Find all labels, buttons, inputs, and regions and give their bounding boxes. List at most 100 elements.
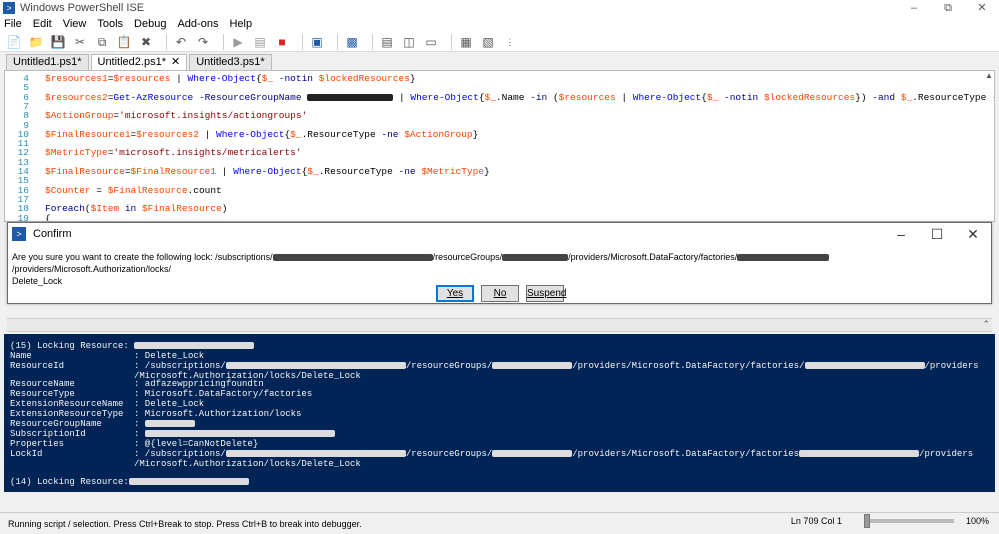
redacted-text	[225, 450, 406, 458]
redacted-text	[144, 430, 335, 438]
property-value: :	[134, 419, 145, 429]
console-line: LockId : /subscriptions/ /resourceGroups/ /…	[10, 449, 973, 459]
toolbar-separator	[337, 33, 338, 50]
stop-icon[interactable]: ■	[274, 34, 290, 50]
message-part: /providers/Microsoft.DataFactory/factori…	[568, 252, 738, 262]
zoom-slider-thumb[interactable]	[863, 514, 870, 528]
layout-right-icon[interactable]: ◫	[401, 34, 417, 50]
code-line: 12 $MetricType='microsoft.insights/metric…	[5, 148, 302, 158]
property-key: LockId	[10, 449, 43, 459]
powershell-icon: >	[12, 227, 26, 241]
close-icon[interactable]: ✕	[171, 55, 180, 70]
copy-icon[interactable]: ⧉	[94, 34, 110, 50]
toolbar-separator	[223, 33, 224, 50]
menu-file[interactable]: File	[4, 18, 22, 30]
confirm-dialog: > Confirm – ☐ ✕ Are you sure you want to…	[7, 222, 992, 304]
console-line: ResourceGroupName:	[10, 419, 195, 429]
redacted-text	[492, 450, 573, 458]
addon-icon[interactable]: ▧	[480, 34, 496, 50]
console-line: /Microsoft.Authorization/locks/Delete_Lo…	[10, 459, 361, 469]
message-part: Are you sure you want to create the foll…	[12, 252, 273, 262]
tab-label: Untitled1.ps1*	[13, 56, 82, 68]
menu-debug[interactable]: Debug	[134, 18, 166, 30]
powershell-icon: >	[3, 2, 15, 14]
commands-icon[interactable]: ▦	[458, 34, 474, 50]
console-line: (14) Locking Resource:	[10, 477, 249, 487]
property-value: : /subscriptions/	[134, 361, 226, 371]
property-key: ResourceName	[10, 379, 75, 389]
zoom-slider[interactable]	[863, 514, 954, 528]
more-icon[interactable]: ⋮	[502, 34, 518, 50]
property-value: /resourceGroups/	[405, 449, 493, 459]
property-value: : Delete_Lock	[134, 351, 205, 361]
script-editor[interactable]: ▲ 4 $resources1=$resources | Where-Object…	[4, 70, 995, 222]
property-value: : /subscriptions/	[134, 449, 226, 459]
redacted-text	[134, 342, 255, 350]
menu-help[interactable]: Help	[229, 18, 252, 30]
menu-edit[interactable]: Edit	[33, 18, 52, 30]
close-icon[interactable]: ✕	[965, 0, 999, 16]
property-value: /providers/Microsoft.DataFactory/factori…	[572, 361, 805, 371]
save-icon[interactable]: 💾	[50, 34, 66, 50]
script-tabs: Untitled1.ps1* Untitled2.ps1* ✕ Untitled3…	[0, 54, 999, 70]
yes-button[interactable]: Yes	[436, 285, 474, 302]
message-part: Delete_Lock	[12, 276, 63, 286]
maximize-icon[interactable]: ☐	[919, 223, 955, 245]
dialog-title-bar: > Confirm	[12, 227, 72, 241]
layout-max-icon[interactable]: ▭	[423, 34, 439, 50]
remote-icon[interactable]: ▣	[309, 34, 325, 50]
open-icon[interactable]: 📁	[28, 34, 44, 50]
tab-untitled1[interactable]: Untitled1.ps1*	[6, 54, 89, 70]
property-value: : Delete_Lock	[134, 399, 205, 409]
no-button[interactable]: No	[481, 285, 519, 302]
code-line: 14 $FinalResource=$FinalResource1 | Where…	[5, 167, 490, 177]
console-line: SubscriptionId:	[10, 429, 335, 439]
chevron-up-icon[interactable]: ⌃	[982, 319, 990, 330]
layout-top-icon[interactable]: ▤	[379, 34, 395, 50]
code-text: $ActionGroup='microsoft.insights/actiong…	[45, 110, 308, 122]
property-key: ResourceType	[10, 389, 75, 399]
code-line: 8 $ActionGroup='microsoft.insights/action…	[5, 111, 307, 121]
tab-untitled2[interactable]: Untitled2.ps1* ✕	[90, 54, 188, 70]
run-selection-icon[interactable]: ▤	[252, 34, 268, 50]
restore-icon[interactable]: ⧉	[931, 0, 965, 16]
console-line: ExtensionResourceType: Microsoft.Authori…	[10, 409, 301, 419]
undo-icon[interactable]: ↶	[173, 34, 189, 50]
console-line: ResourceType: Microsoft.DataFactory/fact…	[10, 389, 312, 399]
redo-icon[interactable]: ↷	[195, 34, 211, 50]
property-value: :	[134, 429, 145, 439]
cut-icon[interactable]: ✂	[72, 34, 88, 50]
menu-tools[interactable]: Tools	[97, 18, 123, 30]
code-text: $resources1=$resources | Where-Object{$_…	[45, 73, 416, 84]
code-text: $MetricType='microsoft.insights/metrical…	[45, 147, 302, 159]
new-icon[interactable]: 📄	[6, 34, 22, 50]
scroll-up-icon[interactable]: ▲	[984, 71, 994, 81]
console-line: ExtensionResourceName: Delete_Lock	[10, 399, 204, 409]
clear-icon[interactable]: ✖	[138, 34, 154, 50]
code-text: $FinalResource=$FinalResource1 | Where-O…	[45, 166, 490, 177]
paste-icon[interactable]: 📋	[116, 34, 132, 50]
console-line: ResourceId: /subscriptions/ /resourceGrou…	[10, 361, 979, 371]
powershell-console-icon[interactable]: ▩	[344, 34, 360, 50]
tab-label: Untitled3.ps1*	[196, 56, 265, 68]
property-value: : Microsoft.Authorization/locks	[134, 409, 302, 419]
run-icon[interactable]: ▶	[230, 34, 246, 50]
status-right: Ln 709 Col 1 100%	[791, 514, 989, 528]
title-bar: > Windows PowerShell ISE – ⧉ ✕	[0, 0, 999, 16]
tab-untitled3[interactable]: Untitled3.ps1*	[189, 54, 272, 70]
redacted-text	[272, 254, 433, 262]
redacted-text	[737, 254, 830, 262]
pane-splitter[interactable]: ⌃	[7, 318, 992, 332]
close-icon[interactable]: ✕	[955, 223, 991, 245]
minimize-icon[interactable]: –	[897, 0, 931, 16]
menu-addons[interactable]: Add-ons	[177, 18, 218, 30]
tab-label: Untitled2.ps1*	[97, 56, 167, 68]
menu-bar: File Edit View Tools Debug Add-ons Help	[0, 16, 999, 32]
suspend-button[interactable]: Suspend	[526, 285, 566, 302]
minimize-icon[interactable]: –	[883, 223, 919, 245]
console-pane[interactable]: (15) Locking Resource: Name: Delete_Lock…	[4, 334, 995, 492]
menu-view[interactable]: View	[63, 18, 87, 30]
property-key: ResourceGroupName	[10, 419, 102, 429]
property-value: /resourceGroups/	[405, 361, 493, 371]
property-value: /providers/Microsoft.DataFactory/factori…	[572, 449, 800, 459]
